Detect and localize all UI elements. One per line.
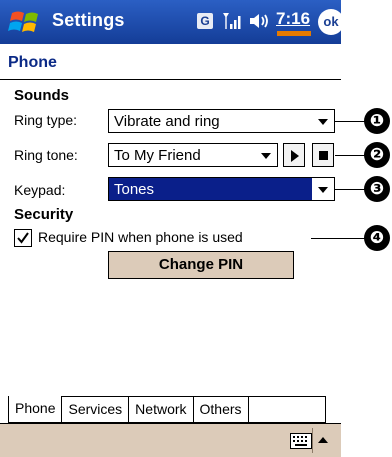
menu-bar <box>0 424 341 457</box>
keypad-dropdown[interactable]: Tones <box>108 177 335 201</box>
sounds-heading: Sounds <box>14 87 69 104</box>
keypad-value: Tones <box>114 181 155 198</box>
callout-1: ❶ <box>364 108 390 134</box>
clock[interactable]: 7:16 <box>276 9 310 29</box>
callout-3: ❸ <box>364 176 390 202</box>
gprs-g-icon[interactable]: G <box>197 13 213 29</box>
callout-leader <box>335 155 365 156</box>
title-divider <box>0 79 341 80</box>
ring-type-value: Vibrate and ring <box>114 113 220 130</box>
speaker-icon[interactable] <box>248 10 272 32</box>
callout-2: ❷ <box>364 142 390 168</box>
keypad-label: Keypad: <box>14 182 66 198</box>
play-button[interactable] <box>283 143 305 167</box>
title-bar: Settings G 7:16 ok <box>0 0 344 44</box>
keyboard-icon[interactable] <box>290 433 312 449</box>
ring-tone-value: To My Friend <box>114 147 201 164</box>
callout-leader <box>335 121 365 122</box>
windows-flag-icon[interactable] <box>8 7 44 37</box>
battery-indicator <box>277 31 311 36</box>
callout-leader <box>311 238 365 239</box>
callout-4: ❹ <box>364 225 390 251</box>
ok-button[interactable]: ok <box>318 9 344 35</box>
tab-filler <box>247 396 326 423</box>
stop-icon <box>319 151 328 160</box>
tab-phone[interactable]: Phone <box>8 396 63 423</box>
require-pin-checkbox[interactable] <box>14 229 32 247</box>
stop-button[interactable] <box>312 143 334 167</box>
sip-divider <box>312 428 313 453</box>
window-title: Settings <box>52 10 125 30</box>
tab-strip: Phone Services Network Others <box>8 396 326 424</box>
chevron-up-icon[interactable] <box>318 437 328 443</box>
tab-others[interactable]: Others <box>192 396 249 423</box>
ring-type-label: Ring type: <box>14 112 78 128</box>
chevron-down-icon <box>261 153 271 159</box>
play-icon <box>291 150 299 162</box>
tab-services[interactable]: Services <box>61 396 130 423</box>
checkmark-icon <box>17 232 29 244</box>
ring-tone-dropdown[interactable]: To My Friend <box>108 143 278 167</box>
page-title: Phone <box>8 54 57 71</box>
tab-network[interactable]: Network <box>128 396 194 423</box>
ring-tone-label: Ring tone: <box>14 147 78 163</box>
security-heading: Security <box>14 206 74 223</box>
signal-strength-icon[interactable] <box>222 10 244 32</box>
callout-leader <box>335 189 365 190</box>
chevron-down-icon <box>318 119 328 125</box>
chevron-down-icon <box>318 187 328 193</box>
require-pin-label[interactable]: Require PIN when phone is used <box>38 229 243 245</box>
change-pin-button[interactable]: Change PIN <box>108 251 294 279</box>
ring-type-dropdown[interactable]: Vibrate and ring <box>108 109 335 133</box>
